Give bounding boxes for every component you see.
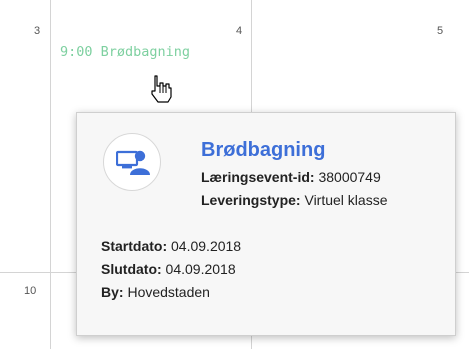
day-number-5: 5 <box>437 25 444 37</box>
day-number-4: 4 <box>236 25 243 37</box>
event-id-value: 38000749 <box>314 169 381 185</box>
start-date-row: Startdato: 04.09.2018 <box>101 238 241 254</box>
end-date-value: 04.09.2018 <box>161 261 236 277</box>
city-label: By: <box>101 284 124 300</box>
day-number-3: 3 <box>34 25 41 37</box>
event-title: Brødbagning <box>201 139 326 161</box>
end-date-label: Slutdato: <box>101 261 162 277</box>
delivery-type-label: Leveringstype: <box>201 192 301 208</box>
event-id-row: Læringsevent-id: 38000749 <box>201 169 381 185</box>
city-row: By: Hovedstaden <box>101 284 210 300</box>
event-popover: Brødbagning Læringsevent-id: 38000749 Le… <box>76 112 456 336</box>
day-number-10: 10 <box>24 285 37 297</box>
end-date-row: Slutdato: 04.09.2018 <box>101 261 236 277</box>
virtual-classroom-icon <box>103 133 161 191</box>
start-date-value: 04.09.2018 <box>167 238 242 254</box>
calendar-event[interactable]: 9:00 Brødbagning <box>60 44 190 60</box>
delivery-type-row: Leveringstype: Virtuel klasse <box>201 192 388 208</box>
grid-divider <box>50 0 51 349</box>
start-date-label: Startdato: <box>101 238 168 254</box>
delivery-type-value: Virtuel klasse <box>300 192 388 208</box>
event-id-label: Læringsevent-id: <box>201 169 315 185</box>
hand-pointer-icon <box>143 72 183 108</box>
city-value: Hovedstaden <box>123 284 210 300</box>
